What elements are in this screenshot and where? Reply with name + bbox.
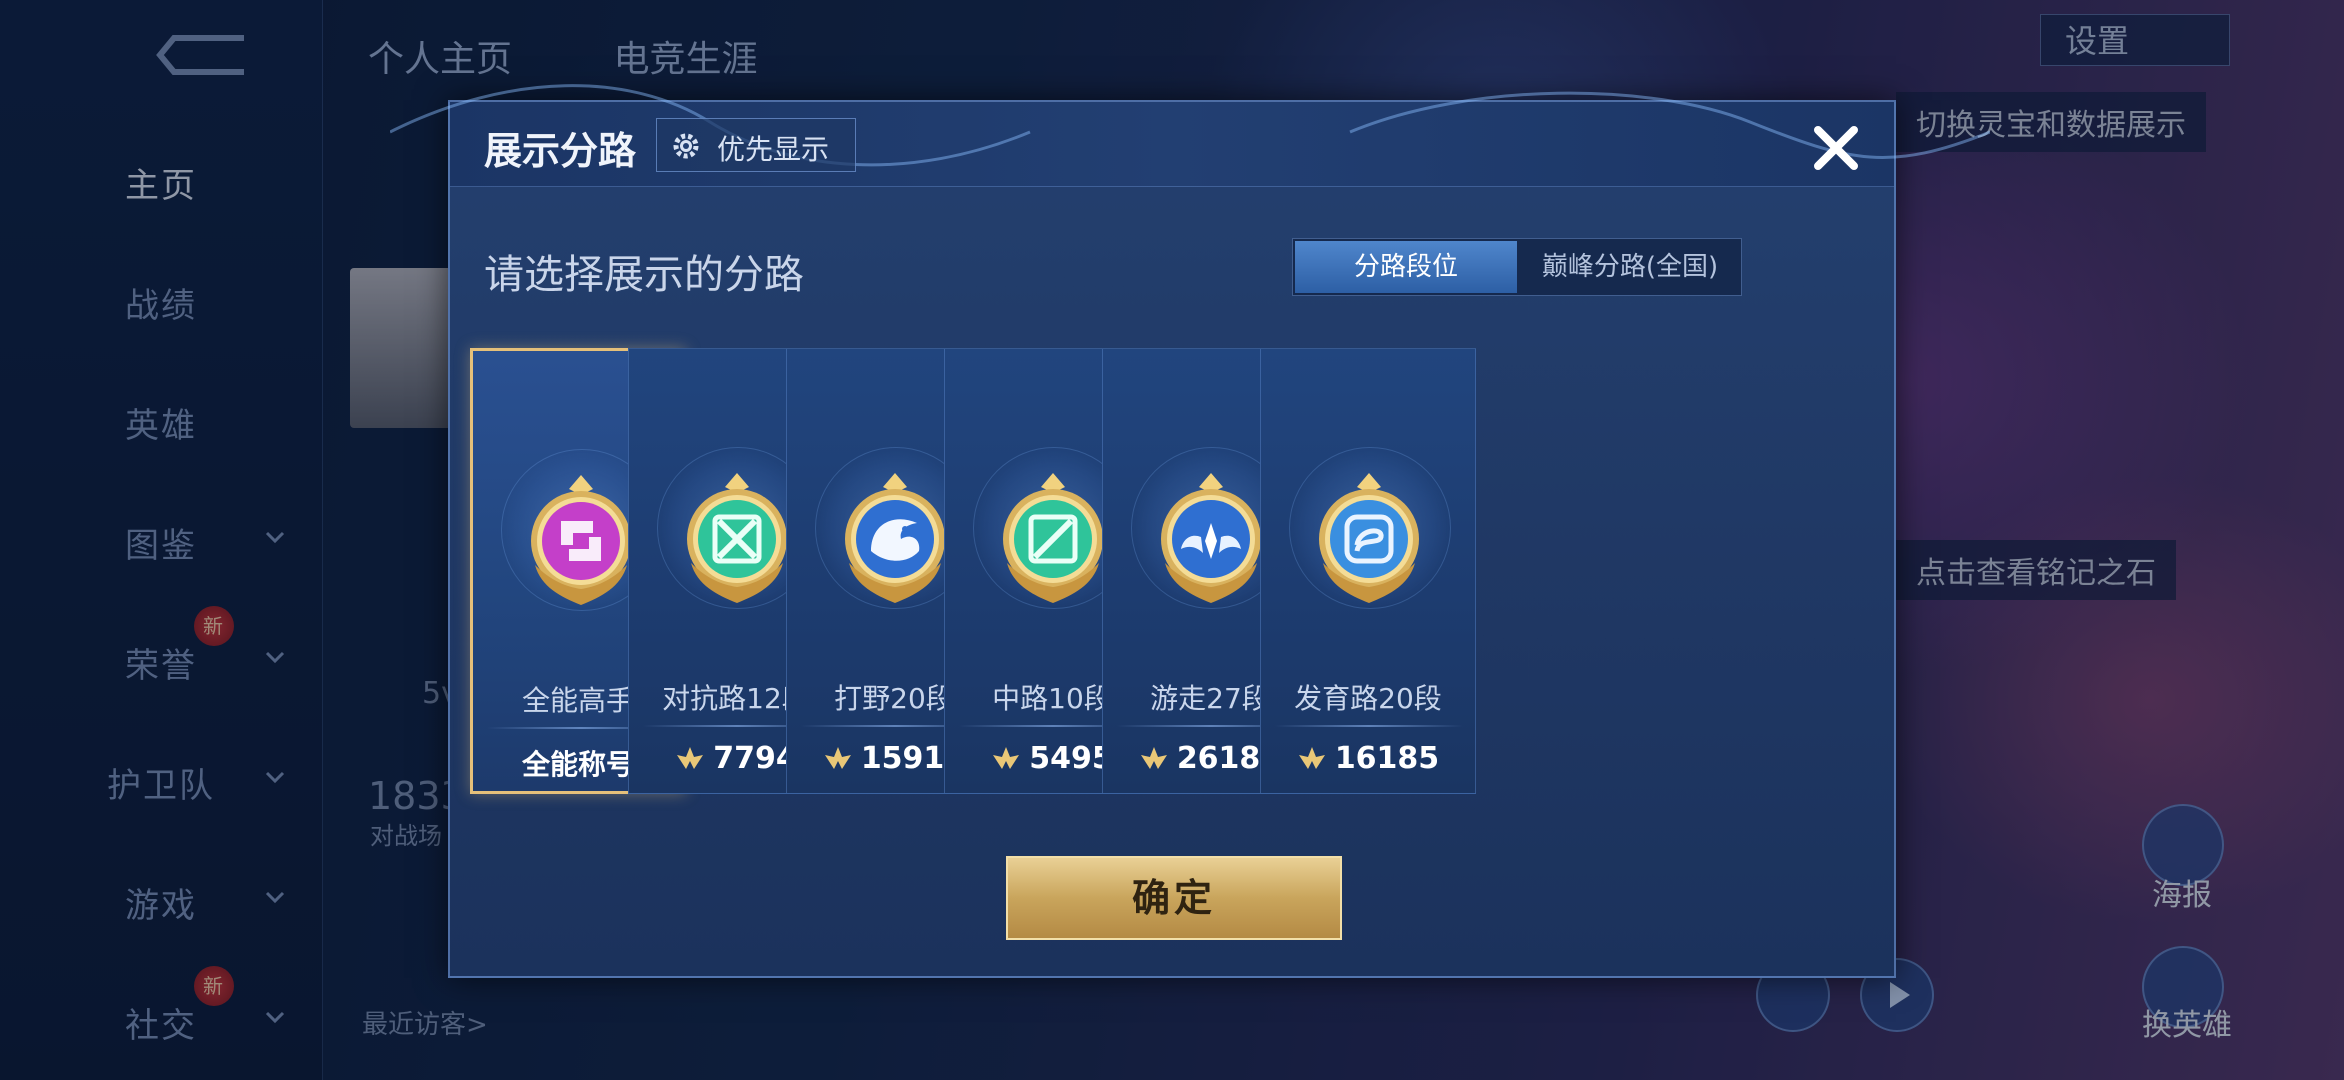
tab-lane-rank[interactable]: 分路段位	[1295, 241, 1517, 293]
lane-score: 7794	[713, 741, 797, 776]
lane-card-5[interactable]: 发育路20段 16185	[1260, 348, 1476, 794]
dialog-header: 展示分路 优先显示	[390, 84, 1990, 187]
gear-icon	[673, 133, 699, 159]
dialog-subtitle: 请选择展示的分路	[484, 252, 804, 298]
lane-points-icon	[993, 747, 1020, 769]
farm-lane-emblem-icon	[1319, 473, 1419, 603]
confirm-button[interactable]: 确定	[1006, 856, 1342, 940]
lane-points-icon	[824, 747, 851, 769]
display-lane-dialog: 展示分路 优先显示 请选择展示的分路 分路段位 巅峰分路(全国) 全能高手 全能称…	[390, 84, 1990, 978]
card-divider	[1275, 725, 1463, 727]
dialog-title: 展示分路	[484, 129, 637, 173]
close-icon[interactable]	[1806, 118, 1866, 178]
tab-peak-lane-national[interactable]: 巅峰分路(全国)	[1519, 241, 1741, 293]
lane-score: 16185	[1334, 741, 1440, 776]
priority-display-label: 优先显示	[717, 133, 830, 166]
lane-points-icon	[1298, 747, 1325, 769]
lane-score: 5495	[1029, 741, 1113, 776]
lane-points-icon	[677, 747, 704, 769]
lane-score-row: 16185	[1261, 741, 1475, 776]
lane-title-text: 全能称号	[521, 748, 634, 781]
lane-points-icon	[1140, 747, 1167, 769]
segment-control: 分路段位 巅峰分路(全国)	[1292, 238, 1742, 296]
lane-name: 发育路20段	[1294, 682, 1442, 715]
priority-display-button[interactable]: 优先显示	[656, 118, 856, 172]
